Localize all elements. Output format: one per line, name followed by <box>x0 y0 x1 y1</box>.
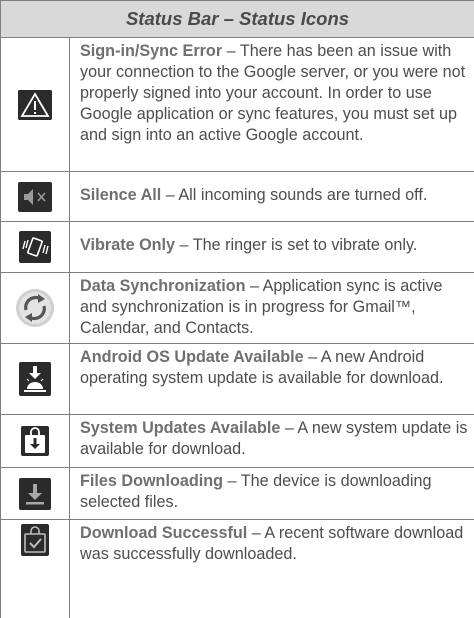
row-text: System Updates Available – A new system … <box>70 415 474 467</box>
row-description: – All incoming sounds are turned off. <box>161 186 428 204</box>
table-row-silence-all: Silence All – All incoming sounds are tu… <box>1 172 474 222</box>
table-header: Status Bar – Status Icons <box>1 0 474 38</box>
row-title: Data Synchronization <box>80 277 246 295</box>
row-title: Vibrate Only <box>80 236 176 254</box>
table-row-files-downloading: Files Downloading – The device is downlo… <box>1 468 474 520</box>
icon-cell <box>1 415 70 467</box>
android-update-icon <box>19 362 51 396</box>
table-row-android-update: Android OS Update Available – A new Andr… <box>1 344 474 415</box>
row-text: Android OS Update Available – A new Andr… <box>70 344 474 414</box>
table-row-download-successful: Download Successful – A recent software … <box>1 520 474 618</box>
table-row-sync-error: Sign-in/Sync Error – There has been an i… <box>1 38 474 172</box>
row-title: Silence All <box>80 186 162 204</box>
icon-cell <box>1 222 70 272</box>
row-description: – The ringer is set to vibrate only. <box>175 236 418 254</box>
speaker-mute-icon <box>18 181 52 212</box>
row-title: Files Downloading <box>80 472 223 490</box>
row-text: Files Downloading – The device is downlo… <box>70 468 474 519</box>
row-text: Vibrate Only – The ringer is set to vibr… <box>70 222 474 272</box>
row-title: Android OS Update Available <box>80 348 304 366</box>
icon-cell <box>1 520 70 618</box>
warning-triangle-icon <box>18 89 52 120</box>
sync-arrows-icon <box>15 288 55 328</box>
table-row-vibrate-only: Vibrate Only – The ringer is set to vibr… <box>1 222 474 273</box>
table-row-system-updates: System Updates Available – A new system … <box>1 415 474 468</box>
icon-cell <box>1 38 70 171</box>
row-title: System Updates Available <box>80 419 281 437</box>
download-success-bag-icon <box>21 524 49 556</box>
row-text: Silence All – All incoming sounds are tu… <box>70 172 474 221</box>
icon-cell <box>1 273 70 343</box>
table-title: Status Bar – Status Icons <box>125 8 350 29</box>
system-update-bag-icon <box>21 426 49 456</box>
icon-cell <box>1 344 70 414</box>
row-title: Download Successful <box>80 524 248 542</box>
row-text: Data Synchronization – Application sync … <box>70 273 474 343</box>
icon-cell <box>1 468 70 519</box>
table-row-data-sync: Data Synchronization – Application sync … <box>1 273 474 344</box>
row-text: Sign-in/Sync Error – There has been an i… <box>70 38 474 171</box>
download-arrow-icon <box>19 477 51 510</box>
vibrate-phone-icon <box>19 231 51 263</box>
status-icons-table: Status Bar – Status Icons Sign-in/Sync E… <box>0 0 474 618</box>
row-text: Download Successful – A recent software … <box>70 520 474 618</box>
icon-cell <box>1 172 70 221</box>
row-title: Sign-in/Sync Error <box>80 42 223 60</box>
